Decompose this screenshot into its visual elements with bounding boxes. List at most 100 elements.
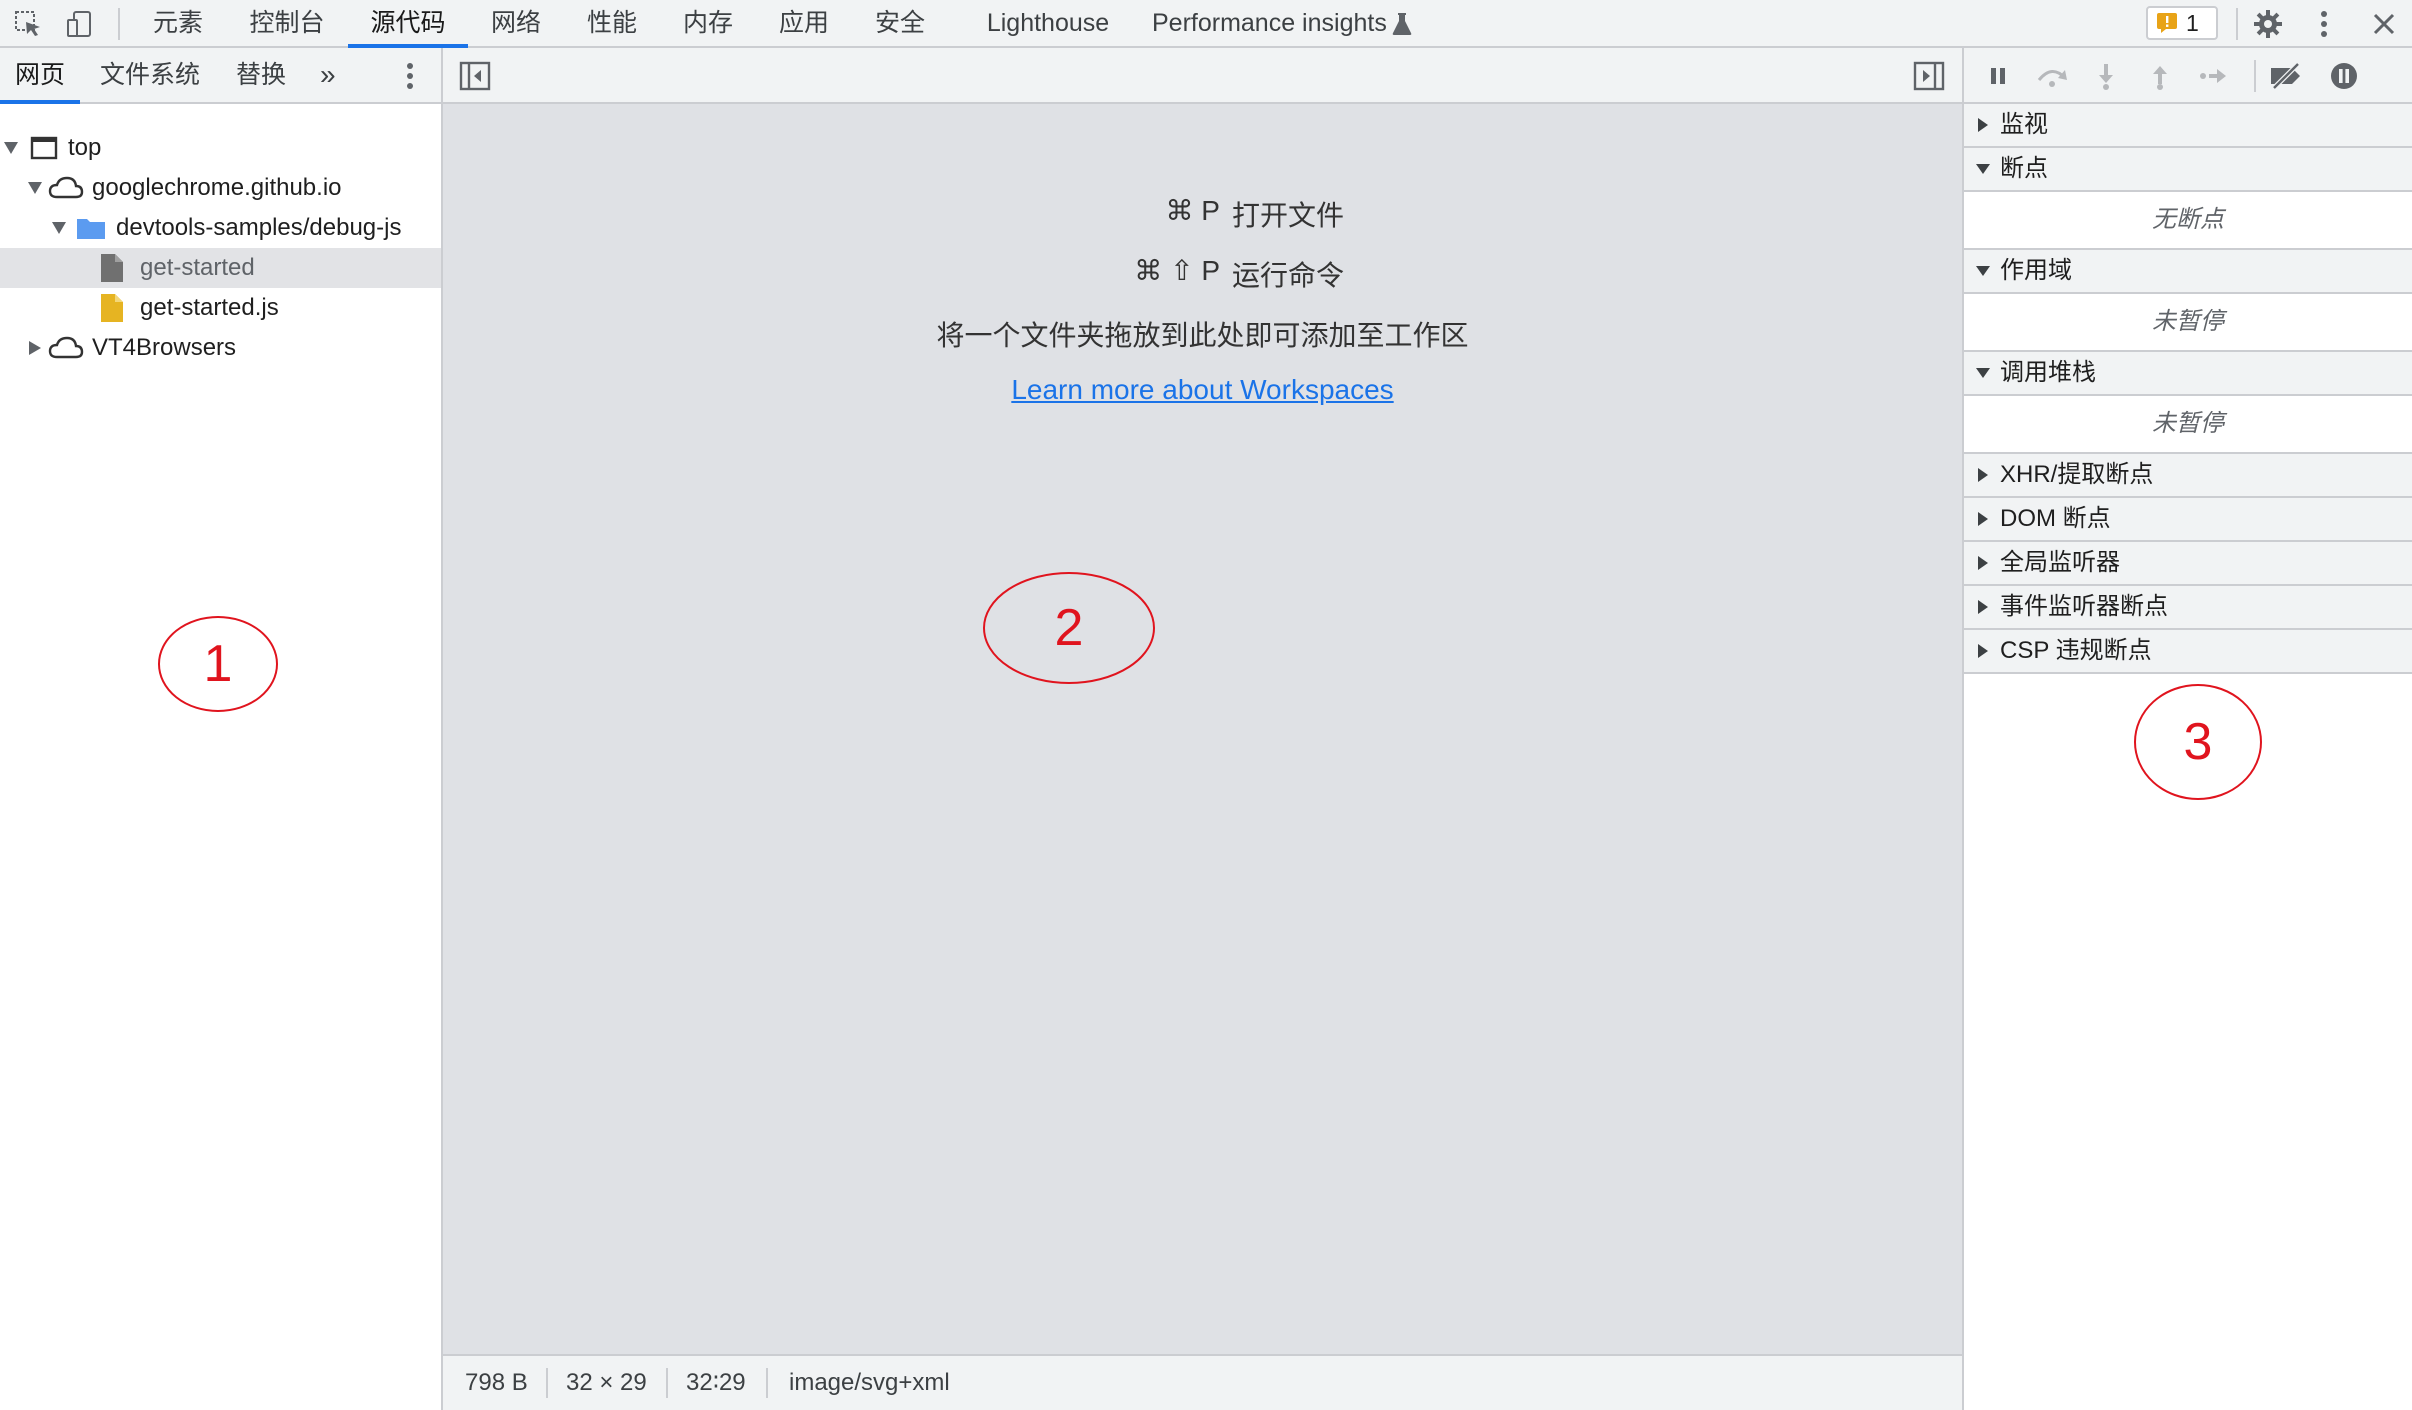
document-icon xyxy=(100,248,124,288)
drop-folder-hint: 将一个文件夹拖放到此处即可添加至工作区 xyxy=(936,320,1469,351)
tab-page[interactable]: 网页 xyxy=(0,48,80,104)
step-into-icon[interactable] xyxy=(2088,58,2124,94)
devtools-toolbar: 元素 控制台 源代码 网络 性能 内存 应用 安全 Lighthouse Per… xyxy=(0,0,2412,48)
section-watch[interactable]: 监视 xyxy=(1964,104,2412,148)
collapsed-triangle-icon xyxy=(1974,104,1992,146)
section-label: 断点 xyxy=(2000,155,2048,182)
expand-triangle-icon[interactable] xyxy=(2,128,20,168)
annotation-label: 2 xyxy=(1054,599,1084,657)
tree-item-folder[interactable]: devtools-samples/debug-js xyxy=(0,208,441,248)
tab-sources[interactable]: 源代码 xyxy=(348,0,468,48)
inspect-element-icon[interactable] xyxy=(10,6,46,42)
tree-item-label: get-started.js xyxy=(140,294,279,321)
annotation-circle-2: 2 xyxy=(981,570,1157,686)
section-dom-breakpoints[interactable]: DOM 断点 xyxy=(1964,498,2412,542)
collapsed-triangle-icon xyxy=(1974,498,1992,540)
collapsed-triangle-icon xyxy=(1974,454,1992,496)
expand-triangle-icon xyxy=(1974,148,1992,190)
more-icon[interactable] xyxy=(2306,6,2342,42)
expand-triangle-icon[interactable] xyxy=(26,168,44,208)
aspect-ratio: 32∶29 xyxy=(686,1369,746,1396)
section-global-listeners[interactable]: 全局监听器 xyxy=(1964,542,2412,586)
expand-triangle-icon xyxy=(1974,352,1992,394)
tree-item-label: get-started xyxy=(140,254,255,281)
tab-application[interactable]: 应用 xyxy=(772,0,836,48)
tab-elements[interactable]: 元素 xyxy=(146,0,210,48)
collapsed-triangle-icon xyxy=(1974,586,1992,628)
debug-toolbar-divider xyxy=(2254,60,2256,92)
tab-lighthouse[interactable]: Lighthouse xyxy=(978,0,1118,48)
collapsed-triangle-icon[interactable] xyxy=(26,328,44,368)
navigator-pane: 网页 文件系统 替换 » top googlechrome.github.io … xyxy=(0,48,443,1410)
device-toolbar-icon[interactable] xyxy=(62,6,98,42)
tree-item-label: VT4Browsers xyxy=(92,334,237,361)
deactivate-breakpoints-icon[interactable] xyxy=(2268,58,2304,94)
section-label: DOM 断点 xyxy=(2000,505,2111,532)
tree-item-label: googlechrome.github.io xyxy=(92,174,342,201)
section-label: 调用堆栈 xyxy=(2000,359,2096,386)
tree-item-label: devtools-samples/debug-js xyxy=(116,214,402,241)
tree-item-domain[interactable]: googlechrome.github.io xyxy=(0,168,441,208)
toggle-debugger-icon[interactable] xyxy=(1913,60,1945,92)
tab-filesystem[interactable]: 文件系统 xyxy=(100,48,200,104)
editor-area: ⌘ P 打开文件 ⌘ ⇧ P 运行命令 将一个文件夹拖放到此处即可添加至工作区 … xyxy=(443,48,1962,1410)
section-event-listener-breakpoints[interactable]: 事件监听器断点 xyxy=(1964,586,2412,630)
navigator-menu-icon[interactable] xyxy=(400,60,420,92)
step-over-icon[interactable] xyxy=(2034,58,2070,94)
debugger-pane: 监视 断点 无断点 作用域 未暂停 调用堆栈 未暂停 XHR/提取断点 DOM … xyxy=(1962,48,2412,1410)
tab-network[interactable]: 网络 xyxy=(484,0,548,48)
call-stack-not-paused-message: 未暂停 xyxy=(1964,396,2412,454)
settings-icon[interactable] xyxy=(2250,6,2286,42)
collapsed-triangle-icon xyxy=(1974,630,1992,672)
tree-item-file[interactable]: get-started.js xyxy=(0,288,441,328)
status-bar: 798 B 32 × 29 32∶29 image/svg+xml xyxy=(443,1354,1962,1410)
annotation-circle-3: 3 xyxy=(2132,682,2264,802)
tree-item-domain-collapsed[interactable]: VT4Browsers xyxy=(0,328,441,368)
workspaces-link[interactable]: Learn more about Workspaces xyxy=(443,374,1962,406)
step-out-icon[interactable] xyxy=(2142,58,2178,94)
section-breakpoints[interactable]: 断点 xyxy=(1964,148,2412,192)
shortcut-keys-open-file: ⌘ P xyxy=(1165,195,1220,226)
cloud-icon xyxy=(48,328,84,368)
tab-console[interactable]: 控制台 xyxy=(246,0,328,48)
cloud-icon xyxy=(48,168,84,208)
issues-count: 1 xyxy=(2186,9,2199,36)
collapsed-triangle-icon xyxy=(1974,542,1992,584)
annotation-label: 1 xyxy=(203,635,233,693)
section-label: XHR/提取断点 xyxy=(2000,461,2154,488)
flask-icon xyxy=(1384,6,1420,42)
tab-security[interactable]: 安全 xyxy=(868,0,932,48)
section-call-stack[interactable]: 调用堆栈 xyxy=(1964,352,2412,396)
section-xhr-breakpoints[interactable]: XHR/提取断点 xyxy=(1964,454,2412,498)
issues-icon xyxy=(2156,12,2178,34)
tab-performance-insights[interactable]: Performance insights xyxy=(1152,0,1387,48)
pause-on-exceptions-icon[interactable] xyxy=(2326,58,2362,94)
navigator-tabs: 网页 文件系统 替换 » xyxy=(0,48,441,104)
tab-overrides[interactable]: 替换 xyxy=(236,48,286,104)
tree-item-top[interactable]: top xyxy=(0,128,441,168)
shortcut-action-run-command: 运行命令 xyxy=(1232,260,1345,291)
annotation-circle-1: 1 xyxy=(156,614,280,714)
workspaces-link-text[interactable]: Learn more about Workspaces xyxy=(1011,374,1393,405)
issues-button[interactable]: 1 xyxy=(2146,6,2218,40)
frame-icon xyxy=(30,128,58,168)
mime-type: image/svg+xml xyxy=(789,1369,950,1396)
more-tabs-button[interactable]: » xyxy=(320,48,336,104)
tab-performance[interactable]: 性能 xyxy=(580,0,644,48)
step-icon[interactable] xyxy=(2196,58,2232,94)
section-label: 作用域 xyxy=(2000,257,2072,284)
shortcut-action-open-file: 打开文件 xyxy=(1232,200,1345,231)
status-divider xyxy=(766,1368,768,1398)
shortcut-keys-run-command: ⌘ ⇧ P xyxy=(1134,255,1220,286)
tree-item-file-selected[interactable]: get-started xyxy=(0,248,441,288)
expand-triangle-icon[interactable] xyxy=(50,208,68,248)
section-csp-violation-breakpoints[interactable]: CSP 违规断点 xyxy=(1964,630,2412,674)
tab-memory[interactable]: 内存 xyxy=(676,0,740,48)
close-icon[interactable] xyxy=(2366,6,2402,42)
tree-item-label: top xyxy=(68,134,102,161)
toggle-navigator-icon[interactable] xyxy=(459,60,491,92)
pause-icon[interactable] xyxy=(1980,58,2016,94)
status-divider xyxy=(666,1368,668,1398)
section-scope[interactable]: 作用域 xyxy=(1964,250,2412,294)
section-label: 全局监听器 xyxy=(2000,549,2120,576)
